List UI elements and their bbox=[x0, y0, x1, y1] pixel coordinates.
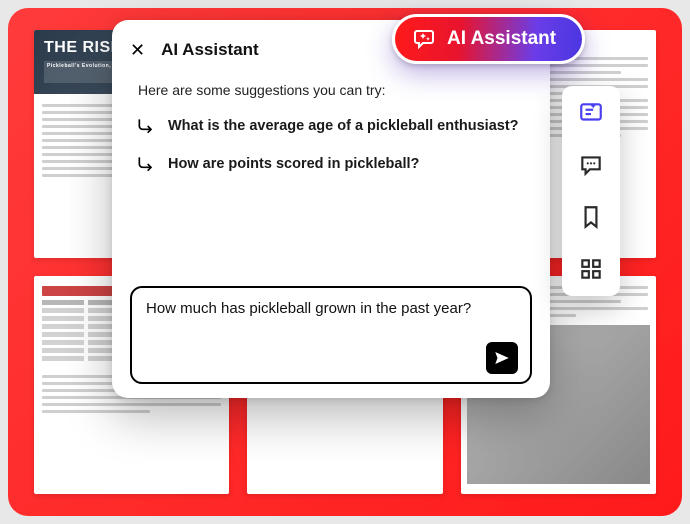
suggestions-intro: Here are some suggestions you can try: bbox=[138, 82, 532, 98]
pill-label: AI Assistant bbox=[447, 28, 556, 50]
suggestion-item[interactable]: What is the average age of a pickleball … bbox=[130, 112, 532, 140]
suggestion-text: What is the average age of a pickleball … bbox=[168, 118, 519, 134]
panel-title: AI Assistant bbox=[161, 40, 259, 60]
reply-arrow-icon bbox=[136, 116, 156, 136]
chat-input-container bbox=[130, 286, 532, 384]
apps-grid-icon bbox=[578, 256, 604, 282]
close-button[interactable]: ✕ bbox=[130, 41, 145, 59]
side-rail bbox=[562, 86, 620, 296]
ai-sparkle-icon bbox=[578, 100, 604, 126]
rail-apps-button[interactable] bbox=[576, 254, 606, 284]
send-button[interactable] bbox=[486, 342, 518, 374]
rail-bookmark-button[interactable] bbox=[576, 202, 606, 232]
reply-arrow-icon bbox=[136, 154, 156, 174]
sparkle-chat-icon bbox=[413, 27, 437, 51]
close-icon: ✕ bbox=[130, 40, 145, 60]
suggestion-list: What is the average age of a pickleball … bbox=[130, 112, 532, 178]
suggestion-item[interactable]: How are points scored in pickleball? bbox=[130, 150, 532, 178]
suggestion-text: How are points scored in pickleball? bbox=[168, 156, 419, 172]
ai-assistant-pill[interactable]: AI Assistant bbox=[392, 14, 585, 64]
rail-comment-button[interactable] bbox=[576, 150, 606, 180]
comment-icon bbox=[578, 152, 604, 178]
ai-assistant-panel: ✕ AI Assistant Here are some suggestions… bbox=[112, 20, 550, 398]
bookmark-icon bbox=[578, 204, 604, 230]
chat-input[interactable] bbox=[146, 300, 518, 342]
rail-ai-button[interactable] bbox=[576, 98, 606, 128]
send-icon bbox=[493, 349, 511, 367]
